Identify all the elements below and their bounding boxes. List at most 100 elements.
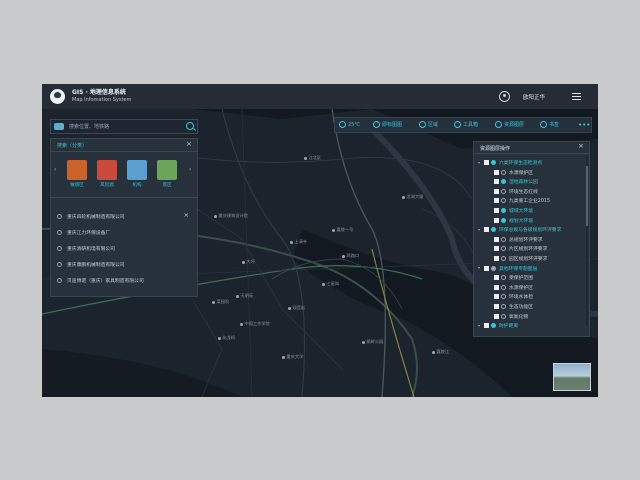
category-label: 景区 <box>162 183 172 188</box>
layer-checkbox[interactable] <box>494 284 499 290</box>
layer-item[interactable]: 城域大环境 <box>494 208 533 216</box>
company-result[interactable]: 贝迪博诺（重庆）家具制造有限公司 <box>57 277 193 289</box>
layer-status-icon <box>501 198 506 204</box>
street-view-thumbnail[interactable] <box>553 363 591 391</box>
company-result[interactable]: 重庆四轮机械制造有限公司 × <box>57 211 193 225</box>
layer-item[interactable]: 九类重工企业2015 <box>494 198 550 206</box>
layer-item[interactable]: 生态功能区 <box>494 304 533 312</box>
close-icon[interactable]: × <box>184 211 189 219</box>
layer-item[interactable]: 环境生态红线 <box>494 188 538 197</box>
map-poi[interactable]: 嘉陵一号 <box>332 227 354 233</box>
map-poi[interactable]: 龙湖大厦 <box>402 194 424 200</box>
category-sensitive-area[interactable]: 敏感区 <box>67 160 87 188</box>
map-poi[interactable]: 中国工作学院 <box>240 321 270 327</box>
category-risk-source[interactable]: 风险源 <box>97 160 117 188</box>
weather-tool[interactable]: 25℃ <box>339 118 360 132</box>
layer-checkbox[interactable] <box>484 265 489 271</box>
map-poi[interactable]: 七星岗 <box>322 281 340 287</box>
layer-checkbox[interactable] <box>494 294 499 300</box>
chevron-left-icon[interactable]: ‹ <box>54 166 56 173</box>
map-poi[interactable]: 天明苑 <box>236 293 254 299</box>
layer-item[interactable]: 水源保护区 <box>494 169 533 178</box>
layer-checkbox[interactable] <box>484 160 489 165</box>
layer-item[interactable]: 总规划环评要求 <box>494 236 543 245</box>
layer-checkbox[interactable] <box>494 198 499 204</box>
company-result[interactable]: 重庆清研机电有限公司 <box>57 245 193 257</box>
map-poi[interactable]: 鹅岭公园 <box>362 339 384 345</box>
layer-status-icon <box>491 323 496 329</box>
map-poi[interactable]: 嘉陵江 <box>432 349 450 355</box>
chevron-down-icon[interactable]: ▾ <box>478 227 482 232</box>
layer-label: 防护距离 <box>499 324 519 330</box>
company-result[interactable]: 重庆江力环保设备厂 <box>57 229 193 241</box>
layer-checkbox[interactable] <box>494 217 499 223</box>
layer-item[interactable]: 片区规划环评要求 <box>494 246 547 254</box>
layer-item[interactable]: 园区规划环评要求 <box>494 256 547 264</box>
map-poi[interactable]: 上清寺 <box>290 239 308 245</box>
search-input[interactable] <box>69 121 181 132</box>
chevron-down-icon[interactable]: ▾ <box>478 266 482 270</box>
map-poi[interactable]: 江北区 <box>304 155 322 161</box>
layer-label: 其他环保专题图层 <box>499 266 538 272</box>
map-poi[interactable]: 菜园坝 <box>212 299 230 305</box>
layer-status-icon <box>501 217 506 223</box>
layer-checkbox[interactable] <box>494 188 499 194</box>
layer-checkbox[interactable] <box>494 179 499 185</box>
category-scenic-area[interactable]: 景区 <box>157 160 177 188</box>
bookmark-tool[interactable]: 书签 <box>540 118 559 132</box>
layer-item[interactable]: 环境水体检 <box>494 294 533 302</box>
area-tool[interactable]: 区域 <box>419 118 438 132</box>
layer-status-icon <box>491 227 496 233</box>
layer-status-icon <box>501 179 506 185</box>
map-poi[interactable]: 化龙桥 <box>218 335 236 341</box>
layer-checkbox[interactable] <box>494 256 499 261</box>
layer-checkbox[interactable] <box>484 323 489 329</box>
layers-label: 资源图层 <box>504 122 525 128</box>
layer-checkbox[interactable] <box>494 313 499 319</box>
layer-checkbox[interactable] <box>494 275 499 281</box>
user-name[interactable]: 欧阳正华 <box>523 93 545 101</box>
chevron-down-icon[interactable]: ▾ <box>478 323 482 328</box>
layers-tool[interactable]: 资源图层 <box>495 118 524 132</box>
map-poi[interactable]: 重庆大学 <box>282 354 304 360</box>
map-poi[interactable]: 两路口 <box>342 253 360 259</box>
scrollbar[interactable] <box>586 156 588 326</box>
company-result[interactable]: 重庆康鹏机械制造有限公司 <box>57 261 193 273</box>
layer-status-icon <box>501 275 506 281</box>
draw-tool[interactable]: 即标图图 <box>373 118 402 132</box>
layer-checkbox[interactable] <box>494 304 499 309</box>
layer-item[interactable]: ▾ 环保总规与各级规划环评要求 <box>478 227 561 235</box>
layer-item[interactable]: ▾ 其他环保专题图层 <box>478 265 538 274</box>
layer-status-icon <box>501 294 506 300</box>
layer-checkbox[interactable] <box>494 246 499 252</box>
layer-item[interactable]: 湿地森林公园 <box>494 179 538 187</box>
layer-item[interactable]: 水源保护区 <box>494 284 533 293</box>
search-icon[interactable] <box>186 122 194 130</box>
category-institution[interactable]: 机构 <box>127 160 147 188</box>
close-icon[interactable]: × <box>578 142 584 150</box>
map-poi[interactable]: 观音岩 <box>288 305 306 311</box>
chevron-right-icon[interactable]: › <box>189 166 191 173</box>
hamburger-menu-icon[interactable] <box>572 93 581 100</box>
category-label: 机构 <box>132 183 142 188</box>
close-icon[interactable]: × <box>186 140 192 148</box>
layer-item[interactable]: ▾ 防护距离 <box>478 323 518 331</box>
layer-checkbox[interactable] <box>494 236 499 242</box>
location-icon[interactable] <box>54 123 64 130</box>
chevron-down-icon[interactable]: ▾ <box>478 160 482 165</box>
layer-item[interactable]: 氧氮化物 <box>494 313 528 322</box>
layer-item[interactable]: 受保护范围 <box>494 275 533 283</box>
layer-label: 生态功能区 <box>509 305 533 310</box>
more-icon[interactable]: ••• <box>578 118 590 132</box>
layer-item[interactable]: ▾ 六类环保生态检测点 <box>478 160 542 168</box>
map-poi[interactable]: 重庆建筑设计院 <box>214 213 248 219</box>
layer-label: 规划大环境 <box>509 218 533 224</box>
layer-item[interactable]: 规划大环境 <box>494 217 533 226</box>
layer-checkbox[interactable] <box>494 169 499 175</box>
scrollbar-thumb[interactable] <box>586 166 588 226</box>
layer-checkbox[interactable] <box>484 227 489 233</box>
layer-checkbox[interactable] <box>494 208 499 213</box>
toolbox-tool[interactable]: 工具箱 <box>454 118 478 132</box>
map-poi[interactable]: 大坪 <box>242 259 255 265</box>
user-avatar-icon[interactable] <box>499 91 510 102</box>
